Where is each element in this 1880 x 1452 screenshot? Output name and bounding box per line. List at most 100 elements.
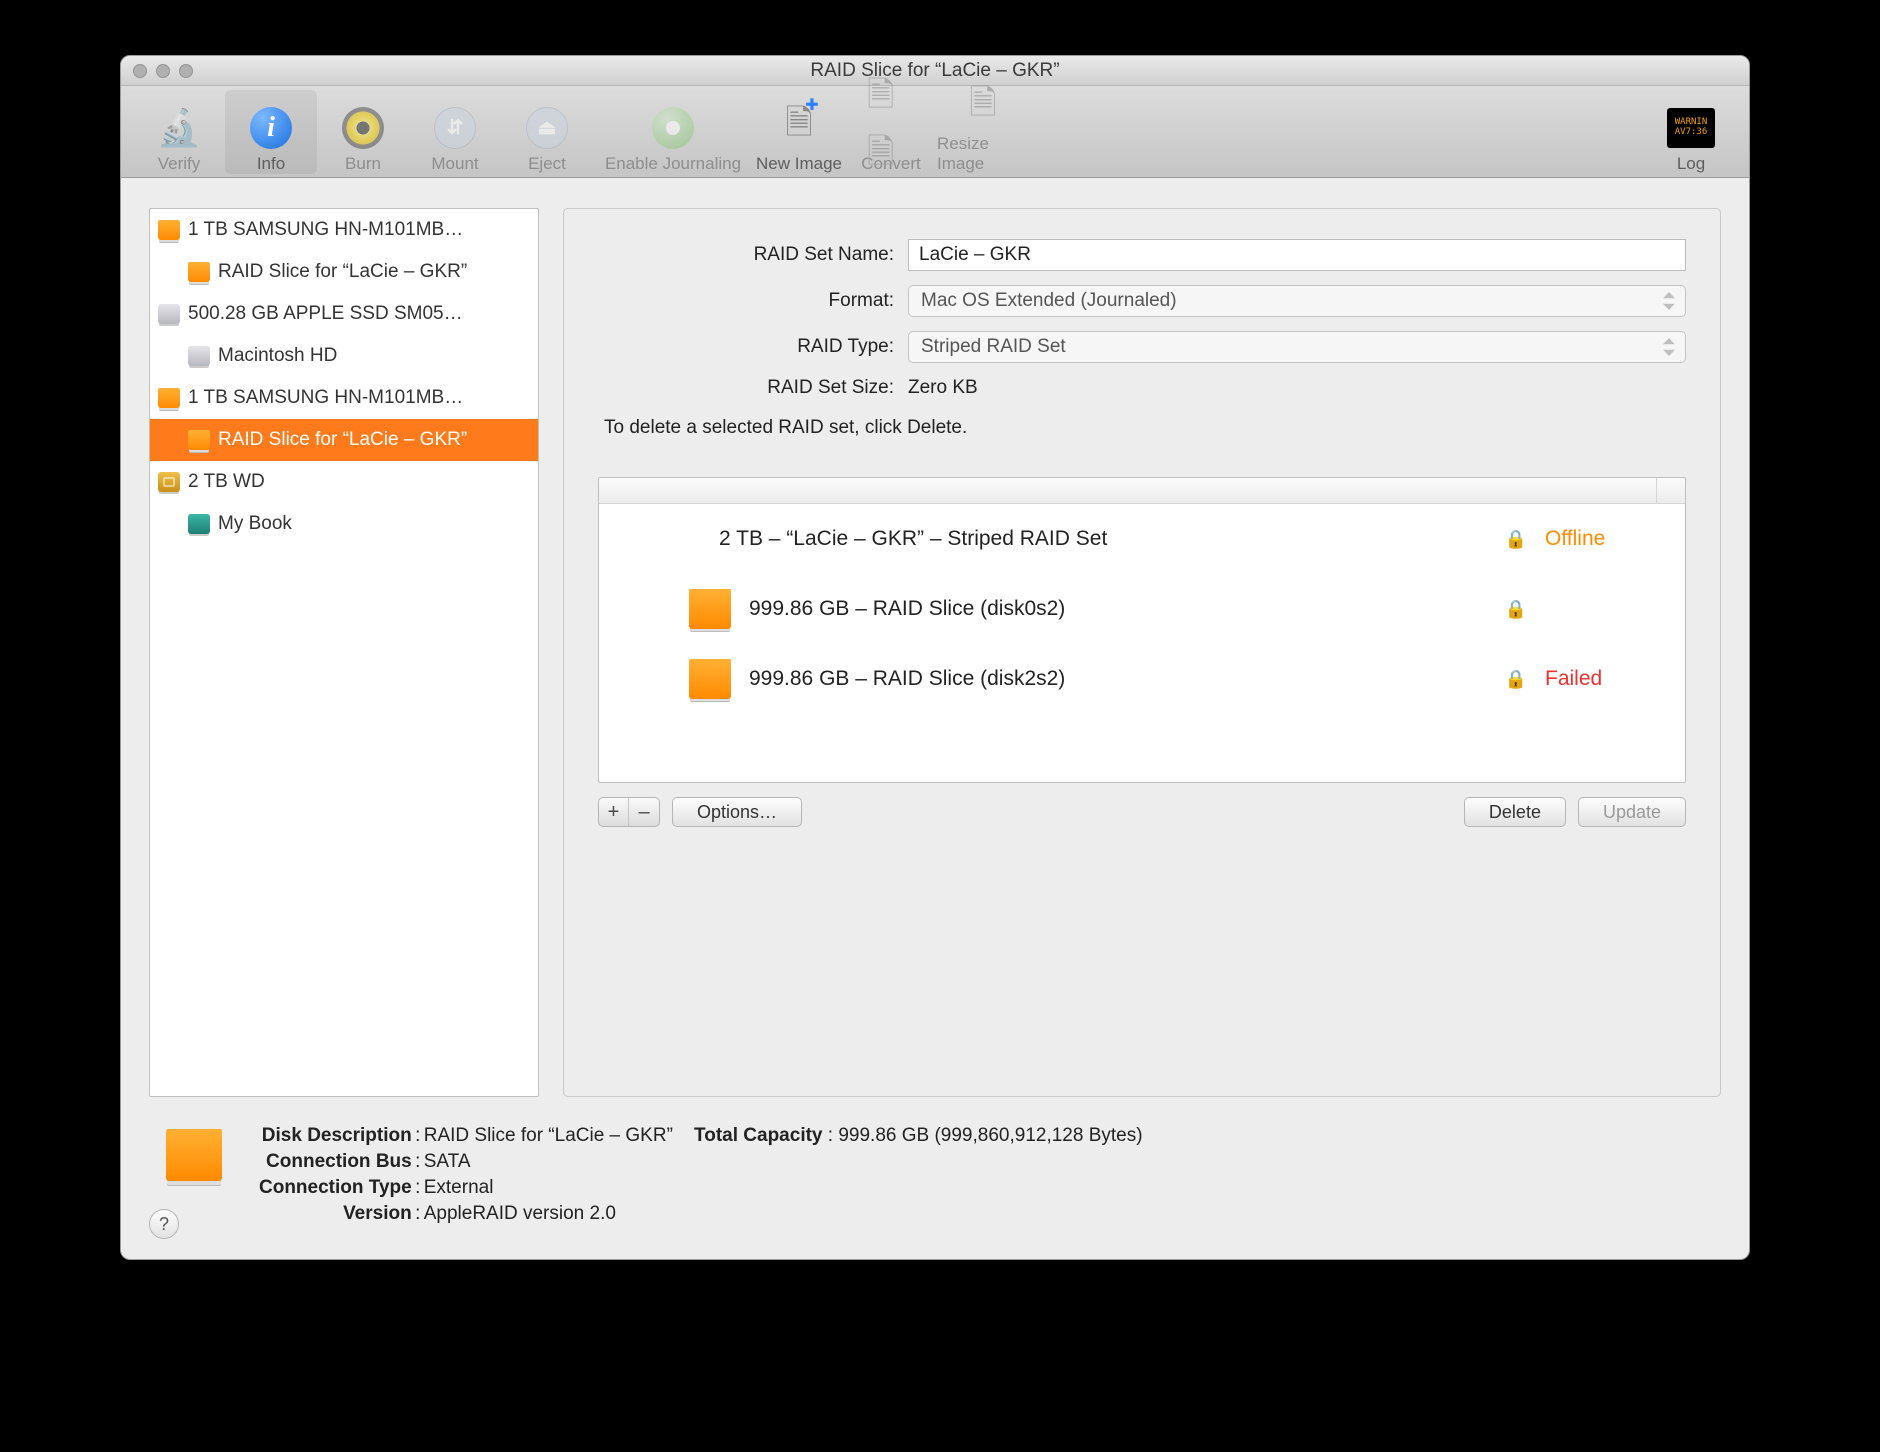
new-image-icon: 🗎✚	[785, 99, 812, 156]
toolbar-item-label: Info	[257, 154, 285, 174]
eject-button[interactable]: ⏏ Eject	[501, 90, 593, 174]
toolbar-item-label: Resize Image	[937, 134, 1029, 174]
sidebar-item-label: 1 TB SAMSUNG HN-M101MB…	[188, 388, 463, 409]
enable-journaling-button[interactable]: Enable Journaling	[593, 90, 753, 174]
sidebar-item[interactable]: My Book	[150, 503, 538, 545]
members-header	[599, 478, 1685, 504]
sidebar-item-label: 1 TB SAMSUNG HN-M101MB…	[188, 220, 463, 241]
drive-icon	[188, 430, 210, 450]
toolbar-item-label: Eject	[528, 154, 566, 174]
raid-name-label: RAID Set Name:	[598, 244, 908, 266]
delete-button[interactable]: Delete	[1464, 797, 1566, 827]
sidebar-item[interactable]: RAID Slice for “LaCie – GKR”	[150, 419, 538, 461]
resize-image-icon: 🗎	[969, 79, 996, 136]
format-label: Format:	[598, 290, 908, 312]
sidebar-item-label: Macintosh HD	[218, 346, 337, 367]
raid-member-row[interactable]: 999.86 GB – RAID Slice (disk0s2) 🔒	[599, 574, 1685, 644]
raid-member-row[interactable]: 999.86 GB – RAID Slice (disk2s2) 🔒 Failed	[599, 644, 1685, 714]
version-value: AppleRAID version 2.0	[424, 1203, 1143, 1225]
drive-icon	[158, 388, 180, 408]
disk-icon	[166, 1129, 222, 1181]
sidebar-item[interactable]: 1 TB SAMSUNG HN-M101MB…	[150, 377, 538, 419]
resize-image-button[interactable]: 🗎Resize Image	[937, 90, 1029, 174]
disk-description-key: Disk Description	[259, 1125, 412, 1147]
drive-icon	[158, 472, 180, 492]
lock-icon: 🔒	[1505, 669, 1527, 690]
drive-icon	[689, 659, 731, 699]
sidebar-item[interactable]: 1 TB SAMSUNG HN-M101MB…	[150, 209, 538, 251]
verify-button[interactable]: 🔬 Verify	[133, 90, 225, 174]
connection-bus-value: SATA	[424, 1151, 1143, 1173]
toolbar: 🔬 Verify i Info Burn ⇵ Mount ⏏ Eject Enable Journ…	[121, 86, 1749, 178]
raid-name-field[interactable]: LaCie – GKR	[908, 239, 1686, 271]
raid-members-list[interactable]: 2 TB – “LaCie – GKR” – Striped RAID Set 🔒…	[598, 477, 1686, 783]
burn-button[interactable]: Burn	[317, 90, 409, 174]
raid-type-label: RAID Type:	[598, 336, 908, 358]
toolbar-item-label: Burn	[345, 154, 381, 174]
raid-type-select[interactable]: Striped RAID Set	[908, 331, 1686, 363]
sidebar-item[interactable]: Macintosh HD	[150, 335, 538, 377]
connection-bus-key: Connection Bus	[259, 1151, 412, 1173]
device-sidebar[interactable]: 1 TB SAMSUNG HN-M101MB… RAID Slice for “L…	[149, 208, 539, 1097]
options-button[interactable]: Options…	[672, 797, 802, 827]
member-text: 2 TB – “LaCie – GKR” – Striped RAID Set	[719, 527, 1487, 551]
sidebar-item-label: RAID Slice for “LaCie – GKR”	[218, 262, 467, 283]
drive-icon	[689, 589, 731, 629]
drive-icon	[188, 514, 210, 534]
version-key: Version	[259, 1203, 412, 1225]
raid-size-value: Zero KB	[908, 377, 1686, 399]
disk-description-value: RAID Slice for “LaCie – GKR” Total Capac…	[424, 1125, 1143, 1147]
info-icon: i	[250, 107, 292, 149]
drive-icon	[158, 220, 180, 240]
info-button[interactable]: i Info	[225, 90, 317, 174]
raid-member-row[interactable]: 2 TB – “LaCie – GKR” – Striped RAID Set 🔒…	[599, 504, 1685, 574]
connection-type-key: Connection Type	[259, 1177, 412, 1199]
add-member-button[interactable]: +	[599, 798, 629, 826]
toolbar-item-label: Enable Journaling	[605, 154, 741, 174]
log-icon: WARNINAV7:36	[1667, 108, 1715, 148]
log-button[interactable]: WARNINAV7:36 Log	[1645, 90, 1737, 174]
toolbar-item-label: New Image	[756, 154, 842, 174]
sidebar-item-label: 2 TB WD	[188, 472, 265, 493]
mount-icon: ⇵	[434, 107, 476, 149]
help-button[interactable]: ?	[149, 1209, 179, 1239]
mount-button[interactable]: ⇵ Mount	[409, 90, 501, 174]
sidebar-item[interactable]: 500.28 GB APPLE SSD SM05…	[150, 293, 538, 335]
disk-info-footer: Disk Description: RAID Slice for “LaCie …	[121, 1107, 1749, 1259]
member-status: Failed	[1545, 667, 1685, 691]
connection-type-value: External	[424, 1177, 1143, 1199]
journaling-icon	[652, 107, 694, 149]
drive-icon	[188, 262, 210, 282]
update-button[interactable]: Update	[1578, 797, 1686, 827]
eject-icon: ⏏	[526, 107, 568, 149]
titlebar: RAID Slice for “LaCie – GKR”	[121, 56, 1749, 86]
member-text: 999.86 GB – RAID Slice (disk0s2)	[749, 597, 1487, 621]
lock-icon: 🔒	[1505, 599, 1527, 620]
sidebar-item-label: My Book	[218, 514, 292, 535]
log-label: Log	[1677, 154, 1705, 174]
drive-icon	[158, 304, 180, 324]
member-text: 999.86 GB – RAID Slice (disk2s2)	[749, 667, 1487, 691]
microscope-icon: 🔬	[157, 107, 202, 149]
new-image-button[interactable]: 🗎✚New Image	[753, 90, 845, 174]
delete-hint: To delete a selected RAID set, click Del…	[604, 417, 1686, 439]
convert-button[interactable]: 🗎🗎Convert	[845, 90, 937, 174]
sidebar-item-label: 500.28 GB APPLE SSD SM05…	[188, 304, 463, 325]
lock-icon: 🔒	[1505, 529, 1527, 550]
toolbar-item-label: Mount	[431, 154, 478, 174]
sidebar-item-label: RAID Slice for “LaCie – GKR”	[218, 430, 467, 451]
raid-size-label: RAID Set Size:	[598, 377, 908, 399]
burn-icon	[342, 107, 384, 149]
toolbar-item-label: Verify	[158, 154, 201, 174]
window-title: RAID Slice for “LaCie – GKR”	[121, 60, 1749, 82]
add-remove-segment: + –	[598, 797, 660, 827]
drive-icon	[188, 346, 210, 366]
disk-utility-window: RAID Slice for “LaCie – GKR” 🔬 Verify i Inf…	[120, 55, 1750, 1260]
sidebar-item[interactable]: 2 TB WD	[150, 461, 538, 503]
member-status: Offline	[1545, 527, 1685, 551]
convert-icon: 🗎🗎	[867, 71, 915, 185]
format-select[interactable]: Mac OS Extended (Journaled)	[908, 285, 1686, 317]
raid-panel: RAID Set Name: LaCie – GKR Format: Mac O…	[563, 208, 1721, 1097]
sidebar-item[interactable]: RAID Slice for “LaCie – GKR”	[150, 251, 538, 293]
remove-member-button[interactable]: –	[629, 798, 659, 826]
